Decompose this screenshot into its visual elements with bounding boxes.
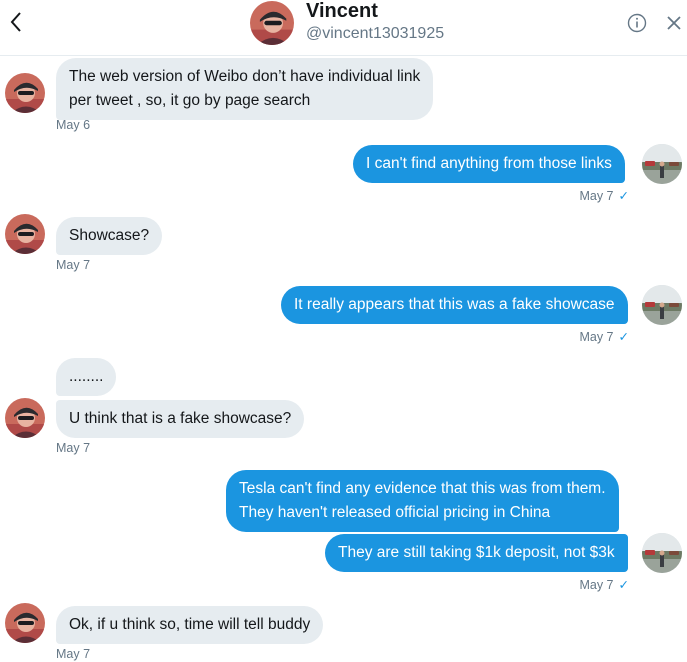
- message-timestamp: May 7 ✓: [579, 188, 629, 203]
- message-timestamp: May 7: [56, 258, 91, 272]
- avatar[interactable]: [5, 398, 45, 438]
- read-check-icon: ✓: [618, 330, 629, 344]
- message-timestamp: May 7: [56, 647, 91, 661]
- received-message[interactable]: Ok, if u think so, time will tell buddy: [56, 606, 324, 644]
- avatar[interactable]: [642, 285, 682, 325]
- avatar[interactable]: [642, 144, 682, 184]
- message-line: per tweet , so, it go by page search: [69, 92, 311, 109]
- timestamp-text: May 7: [579, 189, 614, 203]
- timestamp-text: May 7: [579, 578, 614, 592]
- timestamp-text: May 7: [579, 330, 614, 344]
- header-avatar[interactable]: [250, 1, 294, 45]
- avatar[interactable]: [5, 214, 45, 254]
- chevron-left-icon[interactable]: [6, 8, 26, 36]
- avatar[interactable]: [5, 73, 45, 113]
- received-message[interactable]: U think that is a fake showcase?: [56, 400, 305, 438]
- message-timestamp: May 7 ✓: [579, 329, 629, 344]
- sent-message[interactable]: It really appears that this was a fake s…: [281, 286, 628, 324]
- message-timestamp: May 7 ✓: [579, 577, 629, 592]
- received-message[interactable]: ........: [56, 358, 117, 396]
- info-icon[interactable]: [627, 13, 647, 33]
- message-line: They haven't released official pricing i…: [239, 504, 551, 521]
- read-check-icon: ✓: [618, 189, 629, 203]
- received-message[interactable]: Showcase?: [56, 217, 163, 255]
- close-icon[interactable]: [666, 15, 682, 31]
- conversation-header: Vincent @vincent13031925: [0, 0, 687, 56]
- sent-message[interactable]: Tesla can't find any evidence that this …: [226, 470, 619, 532]
- contact-handle: @vincent13031925: [306, 25, 445, 42]
- sent-message[interactable]: They are still taking $1k deposit, not $…: [325, 534, 628, 572]
- read-check-icon: ✓: [618, 578, 629, 592]
- message-timestamp: May 6: [56, 118, 91, 132]
- sent-message[interactable]: I can't find anything from those links: [353, 145, 625, 183]
- message-line: Tesla can't find any evidence that this …: [239, 480, 606, 497]
- message-line: The web version of Weibo don’t have indi…: [69, 68, 421, 85]
- contact-name[interactable]: Vincent: [306, 0, 378, 23]
- received-message[interactable]: The web version of Weibo don’t have indi…: [56, 58, 434, 120]
- message-timestamp: May 7: [56, 441, 91, 455]
- avatar[interactable]: [5, 603, 45, 643]
- avatar[interactable]: [642, 533, 682, 573]
